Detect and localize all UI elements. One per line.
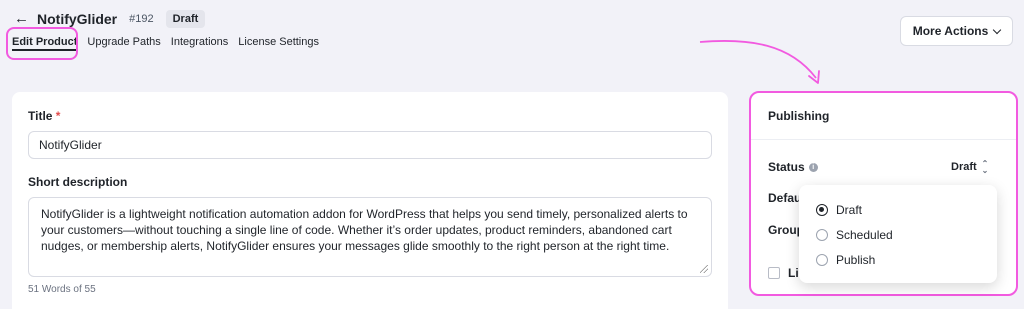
status-option-draft[interactable]: Draft [816,203,862,217]
license-checkbox[interactable] [768,267,780,279]
radio-icon [816,229,828,241]
chevron-updown-icon: ⌃ ⌄ [981,159,989,175]
status-dropdown-menu: Draft Scheduled Publish [799,185,997,283]
short-description-text: NotifyGlider is a lightweight notificati… [41,207,688,253]
product-editor-page: ← NotifyGlider #192 Draft Edit Product U… [0,0,1024,309]
tab-integrations[interactable]: Integrations [171,35,228,51]
title-label: Title * [28,109,61,123]
tab-upgrade-paths[interactable]: Upgrade Paths [87,35,160,51]
short-description-textarea[interactable]: NotifyGlider is a lightweight notificati… [28,197,712,277]
option-label: Publish [836,253,876,267]
status-label: Status i [768,160,818,174]
product-name: NotifyGlider [37,11,118,27]
status-option-publish[interactable]: Publish [816,253,875,267]
short-description-label: Short description [28,175,128,189]
more-actions-label: More Actions [912,24,989,38]
word-count: 51 Words of 55 [28,284,96,295]
annotation-highlight-tab [6,27,78,60]
required-mark: * [55,109,61,123]
radio-checked-icon [816,204,828,216]
option-label: Draft [836,203,863,217]
publishing-title: Publishing [768,109,830,123]
option-label: Scheduled [836,228,893,242]
page-header: ← NotifyGlider #192 Draft [14,9,206,29]
status-option-scheduled[interactable]: Scheduled [816,228,893,242]
arrow-left-icon[interactable]: ← [14,9,29,29]
title-input[interactable]: NotifyGlider [28,131,712,159]
status-select[interactable]: Draft ⌃ ⌄ [951,159,989,175]
status-select-value: Draft [951,161,977,173]
annotation-arrow [699,40,820,84]
divider [751,139,1016,140]
tab-license-settings[interactable]: License Settings [238,35,319,51]
product-details-card: Title * NotifyGlider Short description N… [12,92,728,309]
status-badge: Draft [165,10,206,28]
chevron-down-icon [993,25,1002,34]
radio-icon [816,254,828,266]
product-id: #192 [129,13,154,25]
resize-grip-icon[interactable] [700,265,708,273]
more-actions-button[interactable]: More Actions [900,16,1013,46]
default-label: Defau [768,191,802,205]
info-icon: i [808,163,818,173]
